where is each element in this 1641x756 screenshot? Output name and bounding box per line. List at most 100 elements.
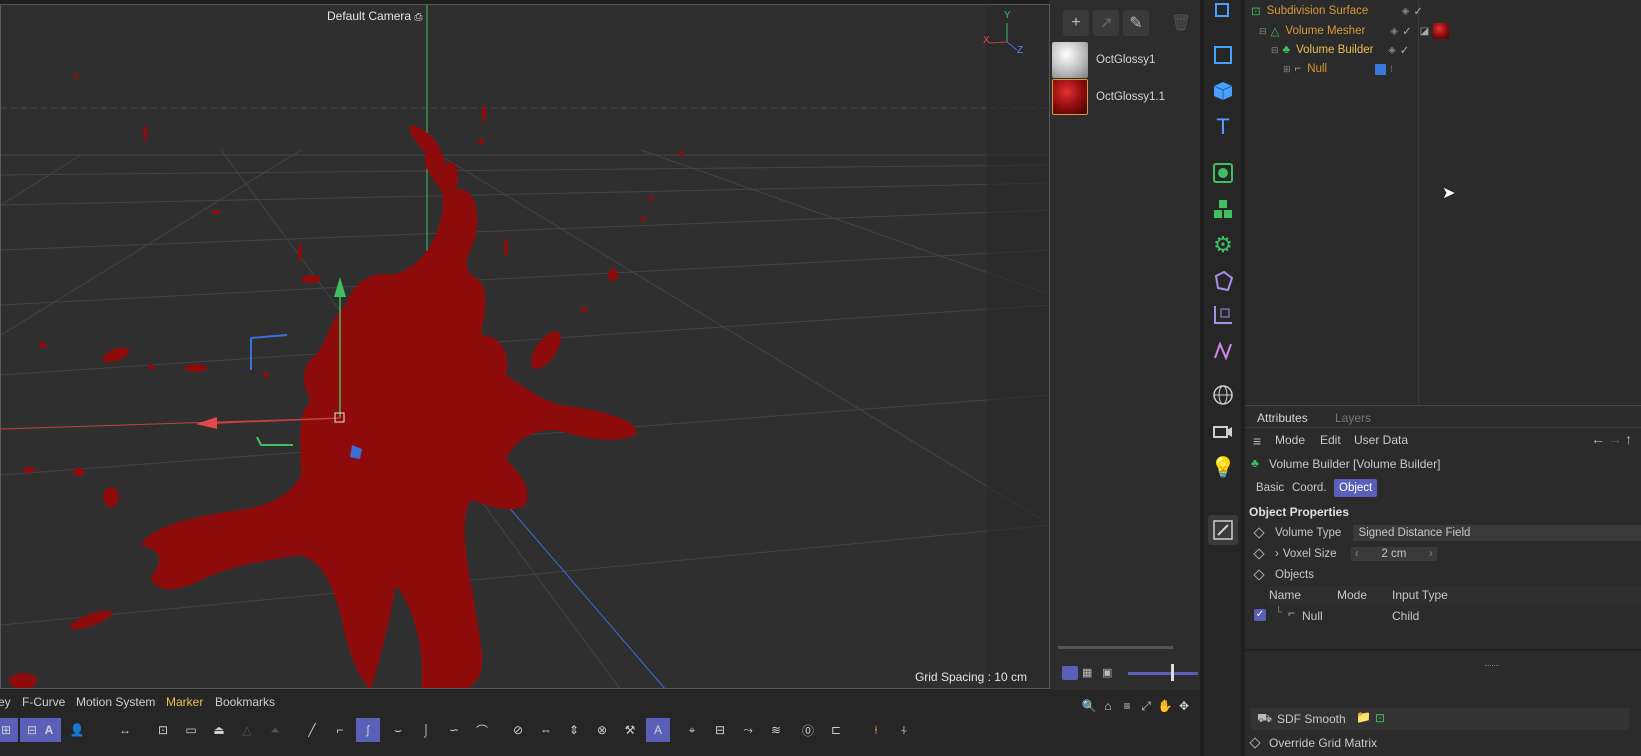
folder-icon[interactable]: 📁 [1356, 710, 1371, 724]
linear-button[interactable]: ╱ [300, 718, 324, 742]
menu-item-fcurve[interactable]: F-Curve [22, 695, 65, 709]
tangent-button[interactable]: ⤳ [736, 718, 760, 742]
camera-label[interactable]: Default Camera ⎙ [327, 9, 422, 23]
row-checkbox[interactable]: ✓ [1254, 609, 1266, 621]
object-row[interactable]: ⊡ Subdivision Surface ◈ ✓ [1251, 1, 1423, 21]
forward-arrow-icon[interactable]: → [1608, 431, 1622, 447]
add-material-button[interactable]: + [1063, 10, 1089, 36]
material-item[interactable]: OctGlossy1 [1052, 42, 1198, 78]
hierarchy-button[interactable]: ⊞ [0, 718, 18, 742]
keyframe-diamond-icon[interactable] [1249, 737, 1261, 749]
remove-overshoot-button[interactable]: ≋ [764, 718, 788, 742]
subdivision-button[interactable] [1208, 158, 1238, 188]
lock-vertical-button[interactable]: ⇕ [562, 718, 586, 742]
keyframe-diamond-icon[interactable] [1253, 569, 1265, 581]
tab-attributes[interactable]: Attributes [1257, 411, 1308, 425]
material-item[interactable]: OctGlossy1.1 [1052, 79, 1198, 115]
lock-tangent-button[interactable]: ⌖ [680, 718, 704, 742]
key-reduce-2-button[interactable]: ⏶ [263, 718, 287, 742]
large-view-button[interactable]: ▣ [1102, 666, 1118, 680]
column-input-type[interactable]: Input Type [1392, 588, 1448, 602]
voxel-size-input[interactable]: ‹ 2 cm › [1350, 547, 1437, 561]
move-tool-button[interactable]: ↔ [113, 718, 137, 742]
text-button[interactable]: T [1208, 112, 1238, 142]
column-name[interactable]: Name [1269, 588, 1301, 602]
effector-button[interactable]: ⚙ [1208, 230, 1238, 260]
cloner-button[interactable] [1208, 194, 1238, 224]
scene-button[interactable] [1208, 380, 1238, 410]
up-arrow-icon[interactable]: ↑ [1625, 431, 1632, 447]
column-mode[interactable]: Mode [1337, 588, 1367, 602]
hamburger-menu-icon[interactable]: ≡ [1253, 433, 1261, 449]
material-scrollbar[interactable] [1058, 646, 1173, 649]
volume-type-dropdown[interactable]: Signed Distance Field [1352, 525, 1641, 541]
lock-horizontal-button[interactable]: ⇔ [534, 718, 558, 742]
panel-divider[interactable] [1245, 649, 1641, 651]
spline-interp-button[interactable]: ∫ [356, 718, 380, 742]
step-button[interactable]: ⌐ [328, 718, 352, 742]
add-effector-icon[interactable]: ⊡ [1375, 711, 1385, 725]
slider-handle[interactable] [1171, 664, 1174, 681]
rectangle-button[interactable] [1208, 40, 1238, 70]
decrement-icon[interactable]: ‹ [1355, 548, 1359, 560]
menu-item-marker[interactable]: Marker [166, 695, 203, 709]
spline-button[interactable] [1208, 336, 1238, 366]
keyframe-diamond-icon[interactable] [1253, 548, 1265, 560]
tab-layers[interactable]: Layers [1335, 411, 1371, 425]
camera-button[interactable] [1208, 416, 1238, 446]
sdf-smooth-button[interactable]: SDF Smooth [1277, 712, 1346, 726]
ease-in-button[interactable]: ⌡ [414, 718, 438, 742]
lock-length-button[interactable]: ⊟ [708, 718, 732, 742]
zero-angle-button[interactable]: ⊗ [590, 718, 614, 742]
tab-coord[interactable]: Coord. [1287, 479, 1332, 497]
zero-length-2-button[interactable]: ⊏ [824, 718, 848, 742]
menu-user-data[interactable]: User Data [1354, 433, 1408, 447]
tab-basic[interactable]: Basic [1251, 479, 1289, 497]
key-reduce-button[interactable]: △ [235, 718, 259, 742]
expand-chevron-icon[interactable]: › [1275, 548, 1279, 560]
deformer-button[interactable] [1208, 266, 1238, 296]
frame-all-button[interactable]: ▭ [179, 718, 203, 742]
object-row-selected[interactable]: ⊟ ♣ Volume Builder ◈ ✓ [1271, 40, 1409, 60]
zero-length-button[interactable]: ⓪ [796, 718, 820, 742]
field-button[interactable] [1208, 300, 1238, 330]
user-button[interactable]: 👤 [65, 718, 89, 742]
table-row[interactable]: ✓ └ ⌐ Null Child [1245, 605, 1641, 625]
auto-tangent-button[interactable]: ⌒ [470, 718, 494, 742]
menu-edit[interactable]: Edit [1320, 433, 1341, 447]
cube-button[interactable] [1208, 76, 1238, 106]
menu-item-motion-system[interactable]: Motion System [76, 695, 155, 709]
text-mode-button[interactable]: A [37, 718, 61, 742]
resize-grip[interactable] [1485, 665, 1499, 667]
apply-material-button[interactable]: ↗ [1093, 10, 1119, 36]
increment-icon[interactable]: › [1429, 548, 1433, 560]
keyframe-diamond-icon[interactable] [1253, 527, 1265, 539]
object-row[interactable]: ⊟ △ Volume Mesher ◈ ✓ ◪ [1259, 21, 1450, 41]
preview-size-slider[interactable] [1128, 672, 1198, 675]
hammer-button[interactable]: ⚒ [618, 718, 642, 742]
light-button[interactable]: 💡 [1208, 452, 1238, 482]
select-tool-button[interactable] [1208, 0, 1238, 26]
break-tangent-button[interactable]: ⊘ [506, 718, 530, 742]
marker-button[interactable]: ⍿ [864, 718, 888, 742]
ease-out-button[interactable]: ∽ [442, 718, 466, 742]
move-view-button[interactable]: ✥ [1172, 694, 1196, 718]
clean-button[interactable]: ⏏ [207, 718, 231, 742]
menu-item[interactable]: ey [0, 695, 11, 709]
ease-button[interactable]: ⌣ [386, 718, 410, 742]
add-marker-button[interactable]: ⍭ [892, 718, 916, 742]
tab-object[interactable]: Object [1334, 479, 1378, 497]
auto-weight-button[interactable]: A [646, 718, 670, 742]
back-arrow-icon[interactable]: ← [1591, 431, 1605, 447]
delete-material-button[interactable]: 🗑 [1168, 10, 1194, 36]
grid-view-button[interactable]: ▦ [1082, 666, 1098, 680]
object-row[interactable]: ⊞ ⌐ Null ⁞ [1283, 59, 1393, 79]
menu-mode[interactable]: Mode [1275, 433, 1305, 447]
3d-viewport[interactable]: Default Camera ⎙ Y X Z Grid Spacing : 10… [0, 4, 1050, 689]
material-tag-icon[interactable] [1433, 23, 1450, 39]
frame-selected-button[interactable]: ⊡ [151, 718, 175, 742]
menu-item-bookmarks[interactable]: Bookmarks [215, 695, 275, 709]
list-view-button[interactable] [1062, 666, 1078, 680]
eyedropper-button[interactable]: ✎ [1123, 10, 1149, 36]
snap-button[interactable] [1208, 515, 1238, 545]
